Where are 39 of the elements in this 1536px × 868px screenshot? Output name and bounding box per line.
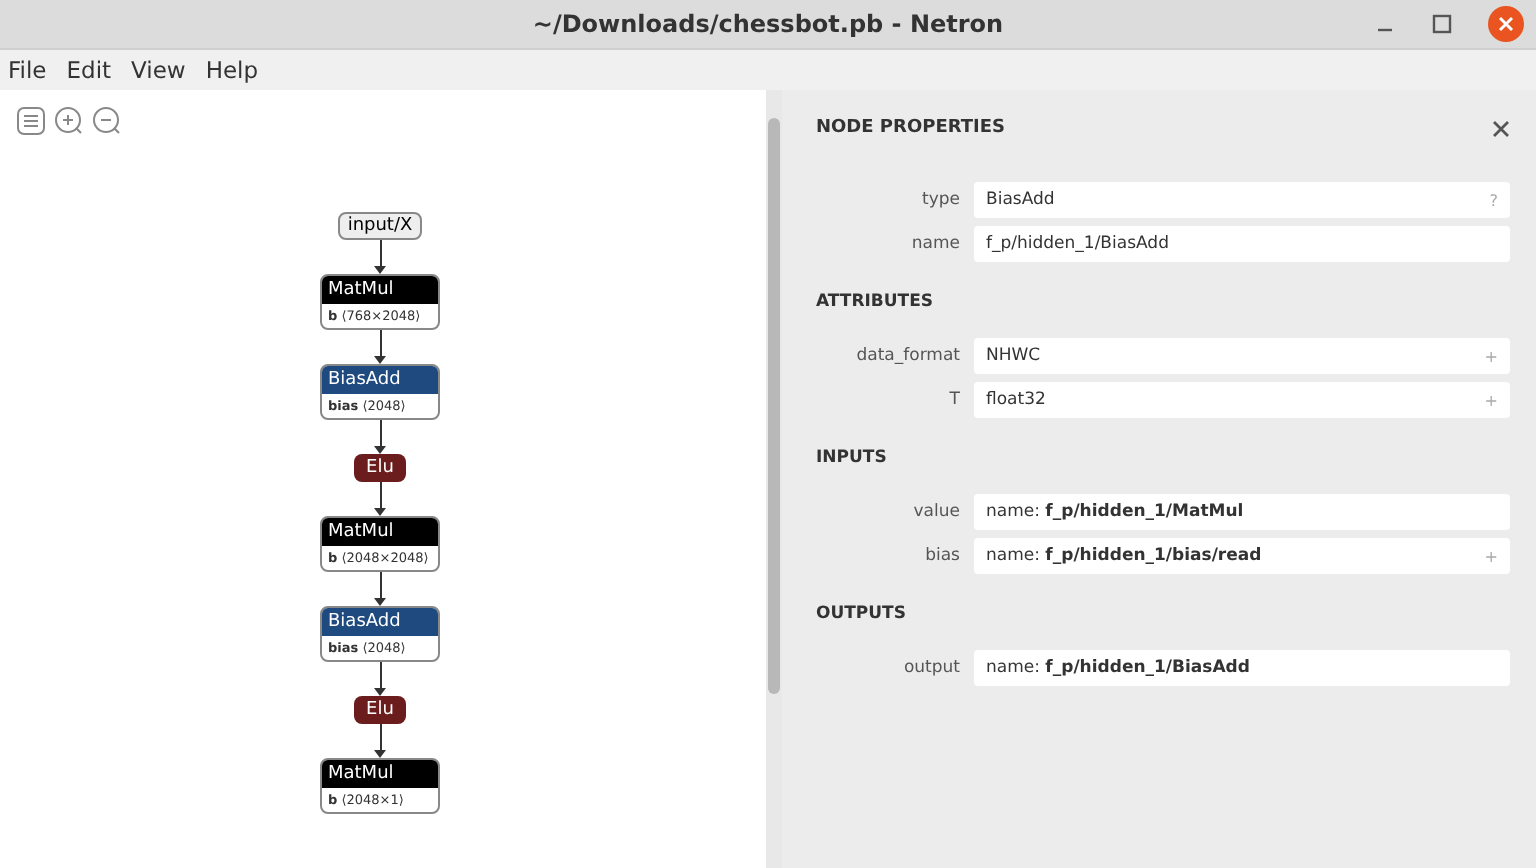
scrollbar[interactable] (766, 90, 782, 868)
activation-node[interactable]: Elu (354, 454, 406, 482)
node-header[interactable]: BiasAdd (322, 366, 438, 394)
value-field[interactable]: BiasAdd ? (974, 182, 1510, 218)
field-label: type (920, 190, 960, 210)
field-label: value (911, 502, 960, 522)
zoom-out-icon[interactable] (92, 106, 122, 136)
value-field[interactable]: name: f_p/hidden_1/bias/read + (974, 538, 1510, 574)
activation-node[interactable]: Elu (354, 696, 406, 724)
zoom-in-icon[interactable] (54, 106, 84, 136)
section-heading: INPUTS (816, 446, 889, 472)
close-icon[interactable] (1492, 119, 1510, 137)
field-label: bias (923, 546, 960, 566)
node-header[interactable]: MatMul (322, 518, 438, 546)
node-header[interactable]: BiasAdd (322, 608, 438, 636)
input-node[interactable]: input/X (337, 212, 423, 240)
value-field[interactable]: name: f_p/hidden_1/BiasAdd (974, 650, 1510, 686)
field-label: name (909, 234, 960, 254)
maximize-icon[interactable] (1432, 14, 1452, 34)
field-label: output (901, 658, 960, 678)
menu-item[interactable]: Help (205, 56, 259, 84)
node-header[interactable]: MatMul (322, 276, 438, 304)
menu-item[interactable]: File (8, 56, 47, 84)
window-title: ~/Downloads/chessbot.pb - Netron (532, 10, 1004, 38)
value-field[interactable]: float32 + (974, 382, 1510, 418)
sidebar-icon[interactable] (16, 106, 46, 136)
section-heading: ATTRIBUTES (816, 290, 936, 316)
field-label: data_format (854, 346, 960, 366)
menu-item[interactable]: Edit (66, 56, 112, 84)
value-field[interactable]: name: f_p/hidden_1/MatMul (974, 494, 1510, 530)
value-field[interactable]: NHWC + (974, 338, 1510, 374)
section-heading: OUTPUTS (816, 602, 908, 628)
field-label: T (947, 390, 960, 410)
node-header[interactable]: MatMul (322, 760, 438, 788)
scrollbar-thumb[interactable] (768, 118, 780, 694)
menu-item[interactable]: View (131, 56, 186, 84)
panel-title: NODE PROPERTIES (816, 118, 1005, 138)
value-field[interactable]: f_p/hidden_1/BiasAdd (974, 226, 1510, 262)
close-icon[interactable] (1488, 6, 1524, 42)
